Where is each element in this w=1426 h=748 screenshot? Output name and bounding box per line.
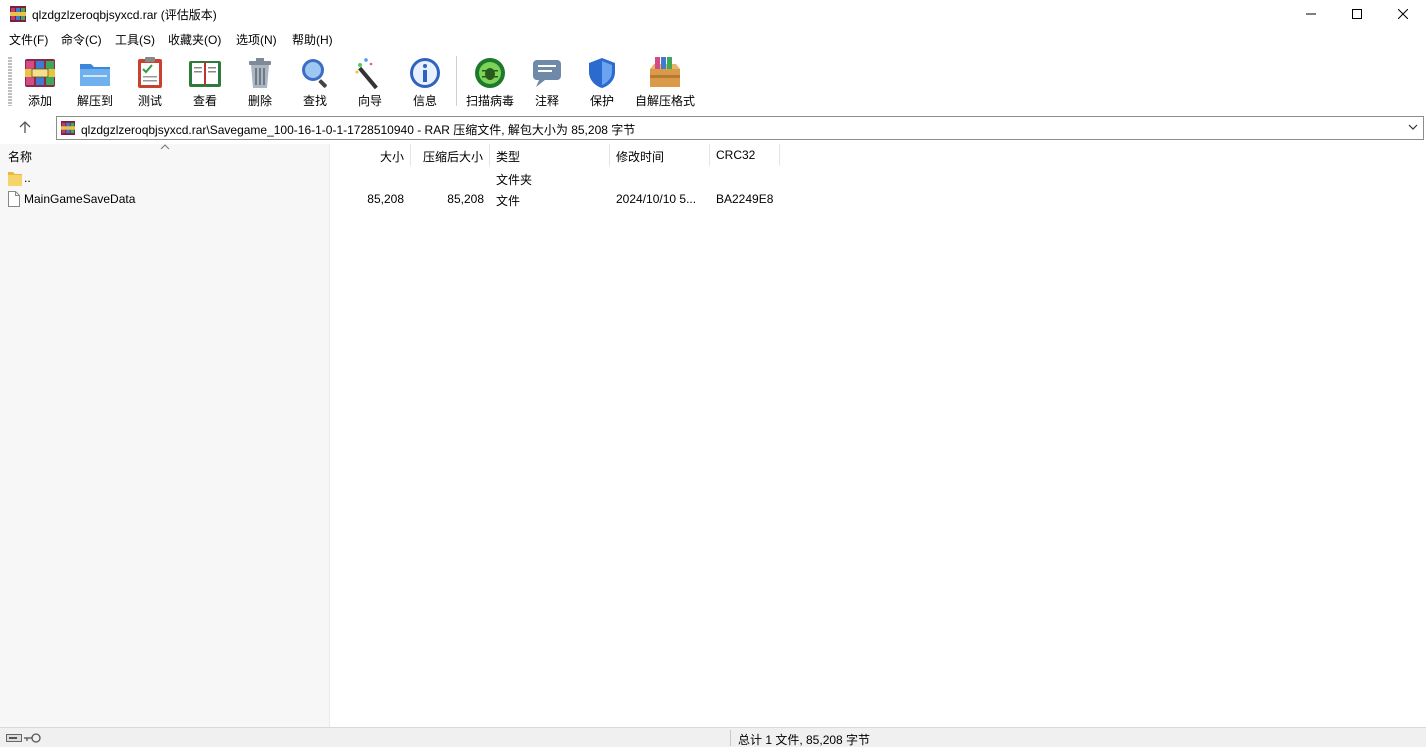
- extract-to-button-label: 解压到: [76, 94, 113, 108]
- find-button[interactable]: 查找: [288, 53, 342, 109]
- row-type: 文件: [496, 194, 521, 208]
- column-header-size[interactable]: 大小: [330, 144, 410, 166]
- wizard-button-label: 向导: [357, 94, 382, 108]
- sfx-button-label: 自解压格式: [634, 94, 695, 108]
- table-row[interactable]: .. 文件夹: [0, 168, 800, 188]
- row-name: MainGameSaveData: [24, 192, 136, 206]
- title-bar: qlzdgzlzeroqbjsyxcd.rar (评估版本): [0, 0, 1426, 28]
- wizard-button[interactable]: 向导: [343, 53, 397, 109]
- add-button[interactable]: 添加: [13, 53, 67, 109]
- extract-to-button[interactable]: 解压到: [68, 53, 122, 109]
- view-button-label: 查看: [192, 94, 217, 108]
- status-bar: 总计 1 文件, 85,208 字节: [0, 727, 1426, 747]
- protect-button[interactable]: 保护: [575, 53, 629, 109]
- menu-help[interactable]: 帮助(H): [292, 31, 333, 48]
- header-divider[interactable]: [779, 144, 780, 166]
- address-text: qlzdgzlzeroqbjsyxcd.rar\Savegame_100-16-…: [81, 123, 636, 137]
- menu-bar: 文件(F) 命令(C) 工具(S) 收藏夹(O) 选项(N) 帮助(H): [0, 28, 1426, 50]
- sfx-button[interactable]: 自解压格式: [634, 53, 695, 109]
- drive-icon[interactable]: [6, 733, 22, 743]
- virus-scan-icon: [475, 58, 505, 88]
- close-button[interactable]: [1380, 0, 1426, 28]
- up-one-level-button[interactable]: [6, 116, 44, 138]
- menu-tools[interactable]: 工具(S): [115, 31, 155, 48]
- minimize-icon: [1306, 13, 1316, 15]
- virus-scan-button-label: 扫描病毒: [465, 94, 514, 108]
- test-button[interactable]: 测试: [123, 53, 177, 109]
- delete-button-label: 删除: [247, 94, 272, 108]
- row-size: 85,208: [367, 192, 404, 206]
- add-archive-icon: [25, 59, 55, 87]
- find-magnifier-icon: [302, 59, 327, 88]
- close-icon: [1398, 9, 1408, 19]
- column-header-packed[interactable]: 压缩后大小: [411, 144, 489, 166]
- chevron-down-icon[interactable]: [1407, 120, 1419, 134]
- comment-button-label: 注释: [534, 94, 559, 108]
- key-lock-icon[interactable]: [24, 732, 42, 744]
- winrar-app-icon: [10, 6, 26, 22]
- column-header-modified[interactable]: 修改时间: [610, 144, 709, 166]
- add-button-label: 添加: [27, 94, 52, 108]
- header-crc32-label: CRC32: [716, 148, 756, 162]
- row-crc32: BA2249E8: [716, 192, 774, 206]
- test-button-label: 测试: [137, 94, 162, 108]
- comment-button[interactable]: 注释: [520, 53, 574, 109]
- status-divider: [730, 730, 731, 746]
- delete-button[interactable]: 删除: [233, 53, 287, 109]
- column-header-type[interactable]: 类型: [490, 144, 609, 166]
- view-book-icon: [189, 61, 221, 87]
- row-name: ..: [24, 171, 31, 185]
- status-summary: 总计 1 文件, 85,208 字节: [738, 733, 871, 747]
- shield-icon: [589, 58, 615, 88]
- comment-icon: [533, 60, 561, 87]
- file-icon: [8, 191, 20, 207]
- file-list-name-column-bg: [0, 144, 329, 727]
- protect-button-label: 保护: [589, 94, 614, 108]
- rar-archive-icon: [61, 121, 75, 135]
- sfx-box-icon: [650, 57, 680, 87]
- maximize-button[interactable]: [1334, 0, 1380, 28]
- find-button-label: 查找: [302, 94, 327, 108]
- toolbar-separator: [456, 56, 457, 106]
- view-button[interactable]: 查看: [178, 53, 232, 109]
- header-packed-label: 压缩后大小: [422, 150, 483, 164]
- menu-file[interactable]: 文件(F): [9, 31, 48, 48]
- menu-options[interactable]: 选项(N): [236, 31, 277, 48]
- toolbar-grip[interactable]: [8, 56, 12, 106]
- row-type: 文件夹: [496, 173, 533, 187]
- maximize-icon: [1352, 9, 1362, 19]
- folder-icon: [8, 172, 22, 186]
- sort-ascending-icon: [160, 144, 170, 150]
- info-button[interactable]: 信息: [398, 53, 452, 109]
- window-title: qlzdgzlzeroqbjsyxcd.rar (评估版本): [32, 8, 217, 22]
- info-icon: [410, 58, 440, 88]
- menu-commands[interactable]: 命令(C): [61, 31, 102, 48]
- header-type-label: 类型: [496, 150, 521, 164]
- test-clipboard-icon: [138, 57, 162, 88]
- menu-favorites[interactable]: 收藏夹(O): [168, 31, 221, 48]
- extract-folder-icon: [80, 64, 110, 86]
- info-button-label: 信息: [412, 94, 437, 108]
- header-name-label: 名称: [8, 150, 33, 164]
- header-modified-label: 修改时间: [616, 150, 665, 164]
- table-row[interactable]: MainGameSaveData 85,208 85,208 文件 2024/1…: [0, 189, 800, 209]
- column-splitter: [329, 144, 330, 727]
- column-header-name[interactable]: 名称: [0, 144, 329, 166]
- minimize-button[interactable]: [1288, 0, 1334, 28]
- virus-scan-button[interactable]: 扫描病毒: [463, 53, 517, 109]
- trash-icon: [249, 58, 271, 88]
- address-bar[interactable]: qlzdgzlzeroqbjsyxcd.rar\Savegame_100-16-…: [56, 116, 1424, 140]
- wizard-wand-icon: [355, 58, 378, 90]
- row-packed: 85,208: [447, 192, 484, 206]
- column-header-crc32[interactable]: CRC32: [710, 144, 779, 166]
- row-modified: 2024/10/10 5...: [616, 192, 697, 206]
- arrow-up-icon: [19, 121, 31, 133]
- header-size-label: 大小: [379, 150, 404, 164]
